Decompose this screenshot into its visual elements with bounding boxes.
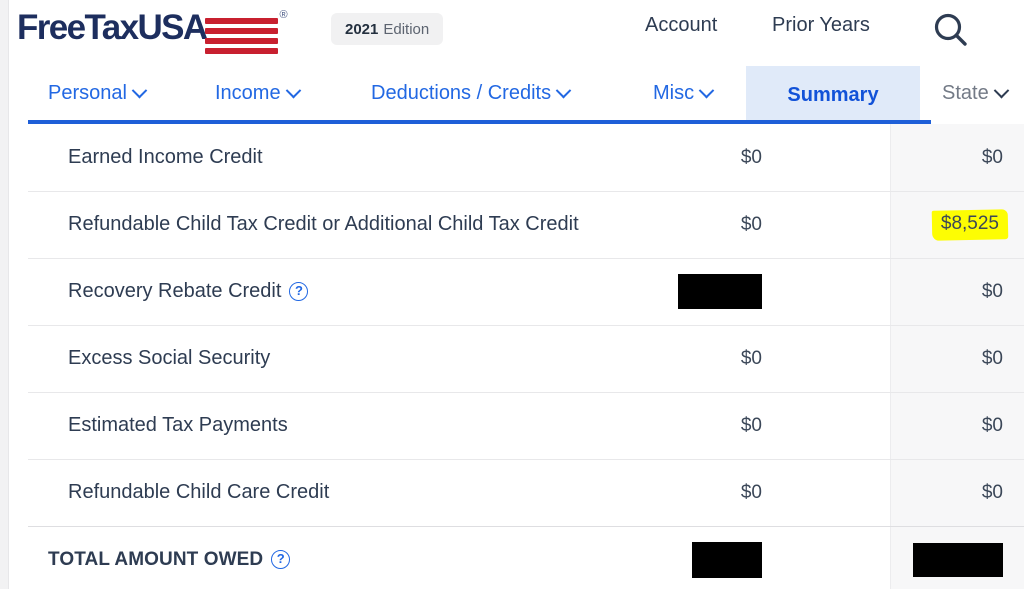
row-label-text: Recovery Rebate Credit xyxy=(68,280,282,302)
nav-item-misc[interactable]: Misc xyxy=(639,62,726,124)
state-amount-cell xyxy=(843,542,1003,577)
row-divider xyxy=(28,191,1024,192)
nav-item-state[interactable]: State xyxy=(942,62,1009,124)
row-label-text: Refundable Child Tax Credit or Additiona… xyxy=(68,213,579,235)
redaction-box xyxy=(913,542,1003,577)
row-label: Estimated Tax Payments xyxy=(68,414,288,437)
state-amount-cell: $0 xyxy=(981,280,1003,302)
nav-item-income[interactable]: Income xyxy=(201,62,313,124)
row-label: Earned Income Credit xyxy=(68,146,263,169)
federal-amount-cell: $0 xyxy=(740,481,762,503)
row-divider xyxy=(28,526,1024,527)
federal-amount-cell: $0 xyxy=(740,146,762,168)
chevron-down-icon xyxy=(555,82,572,98)
row-divider xyxy=(28,392,1024,393)
federal-amount-cell: $0 xyxy=(740,414,762,436)
help-icon[interactable]: ? xyxy=(289,282,309,301)
logo-wordmark: FreeTaxUSA xyxy=(17,8,208,47)
nav-item-income-label: Income xyxy=(215,81,281,104)
federal-amount-cell: $0 xyxy=(740,213,762,235)
state-amount-cell: $0 xyxy=(981,481,1003,503)
table-row: Recovery Rebate Credit? $0 xyxy=(9,258,1024,325)
freetaxusa-logo[interactable]: FreeTaxUSA ® xyxy=(17,6,288,54)
row-label-text: Estimated Tax Payments xyxy=(68,414,288,436)
freetaxusa-summary-page: FreeTaxUSA ® 2021 Edition Account Prior … xyxy=(0,0,1024,589)
chevron-down-icon xyxy=(993,82,1009,98)
main-navigation: Personal Income Deductions / Credits Mis… xyxy=(9,62,1024,124)
page-left-gutter xyxy=(0,0,9,589)
highlighted-amount-text: $8,525 xyxy=(940,213,999,234)
table-row: Refundable Child Care Credit $0 $0 xyxy=(9,459,1024,526)
chevron-down-icon xyxy=(285,82,301,98)
nav-item-personal[interactable]: Personal xyxy=(34,62,159,124)
help-icon[interactable]: ? xyxy=(271,550,291,569)
row-label: Refundable Child Tax Credit or Additiona… xyxy=(68,213,579,236)
row-label: Refundable Child Care Credit xyxy=(68,481,329,504)
tax-summary-table: Earned Income Credit $0 $0 Refundable Child… xyxy=(9,124,1024,589)
prior-years-link[interactable]: Prior Years xyxy=(772,10,870,40)
search-icon[interactable] xyxy=(928,8,974,54)
state-amount-cell: $8,525 xyxy=(843,212,1003,237)
edition-badge: 2021 Edition xyxy=(331,13,444,45)
row-label-text: Excess Social Security xyxy=(68,347,271,369)
row-label: TOTAL AMOUNT OWED? xyxy=(48,548,291,571)
federal-amount-cell xyxy=(602,541,762,578)
nav-item-summary[interactable]: Summary xyxy=(746,66,920,124)
nav-item-misc-label: Misc xyxy=(653,81,695,104)
row-label: Recovery Rebate Credit? xyxy=(68,280,309,303)
row-divider xyxy=(28,258,1024,259)
nav-item-deductions-credits[interactable]: Deductions / Credits xyxy=(357,62,583,124)
table-row: Excess Social Security $0 $0 xyxy=(9,325,1024,392)
federal-amount-cell: $0 xyxy=(740,347,762,369)
registered-trademark-symbol: ® xyxy=(279,9,288,21)
redaction-box xyxy=(678,274,762,309)
federal-amount-cell xyxy=(602,274,762,309)
edition-year: 2021 xyxy=(345,20,379,38)
nav-item-state-label: State xyxy=(942,81,989,104)
chevron-down-icon xyxy=(131,82,148,98)
nav-item-summary-label: Summary xyxy=(787,83,879,106)
nav-item-deductions-credits-label: Deductions / Credits xyxy=(371,81,552,104)
chevron-down-icon xyxy=(698,82,715,98)
edition-label: Edition xyxy=(383,20,430,38)
site-header: FreeTaxUSA ® 2021 Edition Account Prior … xyxy=(9,0,1024,62)
table-row: Refundable Child Tax Credit or Additiona… xyxy=(9,191,1024,258)
row-divider xyxy=(28,325,1024,326)
nav-item-personal-label: Personal xyxy=(48,81,127,104)
row-label-text: TOTAL AMOUNT OWED xyxy=(48,548,264,570)
flag-stripes-icon xyxy=(204,18,278,54)
row-label-text: Refundable Child Care Credit xyxy=(68,481,330,503)
account-link[interactable]: Account xyxy=(645,10,717,40)
row-label: Excess Social Security xyxy=(68,347,270,370)
state-amount-cell: $0 xyxy=(981,347,1003,369)
highlighted-amount: $8,525 xyxy=(937,212,1003,237)
table-row: Estimated Tax Payments $0 $0 xyxy=(9,392,1024,459)
state-amount-cell: $0 xyxy=(981,414,1003,436)
row-divider xyxy=(28,459,1024,460)
row-label-text: Earned Income Credit xyxy=(68,146,263,168)
table-row: Earned Income Credit $0 $0 xyxy=(9,124,1024,191)
table-row-total: TOTAL AMOUNT OWED? xyxy=(9,526,1024,589)
redaction-box xyxy=(692,541,762,578)
state-amount-cell: $0 xyxy=(981,146,1003,168)
